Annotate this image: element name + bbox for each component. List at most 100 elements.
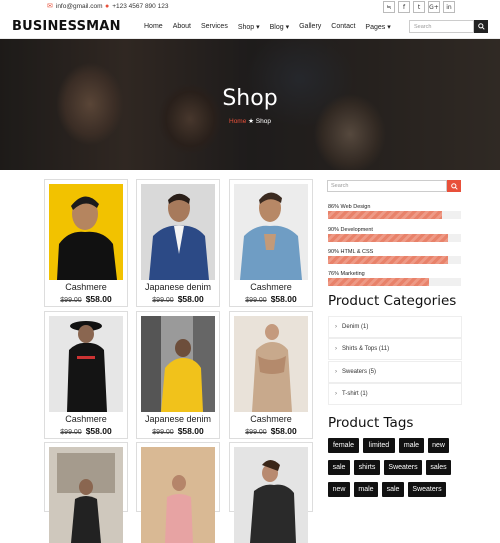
phone-contact[interactable]: ● +123 4567 890 123 bbox=[105, 3, 168, 10]
nav-item-shop[interactable]: Shop ▾ bbox=[238, 23, 260, 31]
product-price: $99.00 $58.00 bbox=[45, 294, 127, 304]
nav-search-input[interactable]: Search bbox=[409, 20, 474, 33]
product-image[interactable] bbox=[141, 184, 215, 280]
sale-price: $58.00 bbox=[85, 294, 112, 304]
tag-link[interactable]: Sweaters bbox=[384, 460, 422, 475]
tag-link[interactable]: shirts bbox=[354, 460, 380, 475]
breadcrumb-current: Shop bbox=[255, 118, 271, 125]
product-image[interactable] bbox=[141, 316, 215, 412]
page-hero-banner: Shop Home ★ Shop bbox=[0, 39, 500, 170]
product-name[interactable]: Cashmere bbox=[230, 414, 312, 424]
sidebar-search-button[interactable] bbox=[447, 180, 461, 192]
product-image[interactable] bbox=[49, 184, 123, 280]
skill-progress-bar bbox=[328, 278, 461, 286]
category-label: Shirts & Tops (11) bbox=[342, 346, 390, 352]
nav-item-services[interactable]: Services bbox=[201, 23, 228, 31]
skill-label: 76% Marketing bbox=[328, 271, 365, 277]
social-links: ≒ f t G+ in bbox=[383, 1, 455, 13]
product-price: $99.00 $58.00 bbox=[230, 294, 312, 304]
product-image[interactable] bbox=[49, 447, 123, 543]
product-card[interactable]: Cashmere $99.00 $58.00 bbox=[229, 179, 313, 307]
skill-label: 86% Web Design bbox=[328, 204, 371, 210]
tag-link[interactable]: female bbox=[328, 438, 359, 453]
product-image[interactable] bbox=[141, 447, 215, 543]
product-card[interactable]: Cashmere $99.00 $58.00 bbox=[44, 179, 128, 307]
nav-search-button[interactable] bbox=[474, 20, 488, 33]
search-icon bbox=[450, 182, 458, 190]
breadcrumb: Home ★ Shop bbox=[0, 117, 500, 125]
old-price: $99.00 bbox=[152, 429, 174, 436]
product-image[interactable] bbox=[234, 447, 308, 543]
tag-link[interactable]: Sweaters bbox=[408, 482, 446, 497]
product-tags-heading: Product Tags bbox=[328, 415, 414, 431]
tag-link[interactable]: male bbox=[354, 482, 378, 497]
skill-progress-fill bbox=[328, 211, 443, 219]
nav-item-pages[interactable]: Pages ▾ bbox=[365, 23, 390, 31]
tag-link[interactable]: male bbox=[399, 438, 424, 453]
map-pin-icon: ● bbox=[105, 3, 110, 10]
tag-link[interactable]: sales bbox=[426, 460, 451, 475]
brand-logo[interactable]: BUSINESSMAN bbox=[12, 19, 121, 34]
tag-link[interactable]: new bbox=[328, 482, 350, 497]
nav-menu: Home About Services Shop ▾ Blog ▾ Galler… bbox=[144, 23, 391, 31]
top-bar: ✉ info@gmail.com ● +123 4567 890 123 ≒ f… bbox=[0, 0, 500, 15]
skill-progress-fill bbox=[328, 278, 430, 286]
product-price: $99.00 $58.00 bbox=[137, 426, 219, 436]
twitter-icon[interactable]: t bbox=[413, 1, 425, 13]
product-card[interactable] bbox=[136, 442, 220, 543]
chevron-right-icon: › bbox=[335, 391, 337, 397]
product-price: $99.00 $58.00 bbox=[137, 294, 219, 304]
breadcrumb-home-link[interactable]: Home bbox=[229, 118, 246, 125]
product-name[interactable]: Japanese denim bbox=[137, 414, 219, 424]
product-name[interactable]: Japanese denim bbox=[137, 282, 219, 292]
tag-link[interactable]: sale bbox=[382, 482, 404, 497]
facebook-icon[interactable]: f bbox=[398, 1, 410, 13]
nav-item-blog[interactable]: Blog ▾ bbox=[270, 23, 289, 31]
phone-text: +123 4567 890 123 bbox=[112, 3, 169, 10]
chevron-right-icon: › bbox=[335, 324, 337, 330]
tag-link[interactable]: new bbox=[428, 438, 449, 453]
sale-price: $58.00 bbox=[270, 426, 297, 436]
product-card[interactable]: Japanese denim $99.00 $58.00 bbox=[136, 311, 220, 439]
product-image[interactable] bbox=[234, 316, 308, 412]
product-card[interactable]: Cashmere $99.00 $58.00 bbox=[229, 311, 313, 439]
rss-icon[interactable]: ≒ bbox=[383, 1, 395, 13]
nav-item-about[interactable]: About bbox=[173, 23, 191, 31]
nav-item-gallery[interactable]: Gallery bbox=[299, 23, 321, 31]
skill-label: 90% HTML & CSS bbox=[328, 249, 374, 255]
nav-item-home[interactable]: Home bbox=[144, 23, 163, 31]
tag-link[interactable]: limited bbox=[363, 438, 395, 453]
product-card[interactable]: Cashmere $99.00 $58.00 bbox=[44, 311, 128, 439]
product-name[interactable]: Cashmere bbox=[230, 282, 312, 292]
category-item[interactable]: › T-shirt (1) bbox=[328, 383, 462, 405]
google-plus-icon[interactable]: G+ bbox=[428, 1, 440, 13]
breadcrumb-separator-icon: ★ bbox=[248, 118, 254, 125]
sale-price: $58.00 bbox=[85, 426, 112, 436]
category-label: Sweaters (5) bbox=[342, 369, 377, 375]
product-name[interactable]: Cashmere bbox=[45, 414, 127, 424]
skill-progress-fill bbox=[328, 234, 448, 242]
product-name[interactable]: Cashmere bbox=[45, 282, 127, 292]
email-contact[interactable]: ✉ info@gmail.com bbox=[47, 3, 103, 10]
product-image[interactable] bbox=[49, 316, 123, 412]
linkedin-icon[interactable]: in bbox=[443, 1, 455, 13]
category-item[interactable]: › Shirts & Tops (11) bbox=[328, 338, 462, 360]
product-card[interactable]: Japanese denim $99.00 $58.00 bbox=[136, 179, 220, 307]
sidebar-search-input[interactable]: Search bbox=[327, 180, 447, 192]
category-label: Denim (1) bbox=[342, 324, 369, 330]
sale-price: $58.00 bbox=[177, 426, 204, 436]
tag-link[interactable]: sale bbox=[328, 460, 350, 475]
product-card[interactable] bbox=[229, 442, 313, 543]
category-item[interactable]: › Sweaters (5) bbox=[328, 361, 462, 383]
email-text: info@gmail.com bbox=[55, 3, 103, 10]
nav-item-contact[interactable]: Contact bbox=[331, 23, 355, 31]
sale-price: $58.00 bbox=[270, 294, 297, 304]
main-navbar: BUSINESSMAN Home About Services Shop ▾ B… bbox=[0, 15, 500, 39]
product-price: $99.00 $58.00 bbox=[45, 426, 127, 436]
category-item[interactable]: › Denim (1) bbox=[328, 316, 462, 338]
product-image[interactable] bbox=[234, 184, 308, 280]
product-categories-heading: Product Categories bbox=[328, 293, 457, 309]
old-price: $99.00 bbox=[60, 297, 82, 304]
chevron-right-icon: › bbox=[335, 369, 337, 375]
product-card[interactable] bbox=[44, 442, 128, 543]
